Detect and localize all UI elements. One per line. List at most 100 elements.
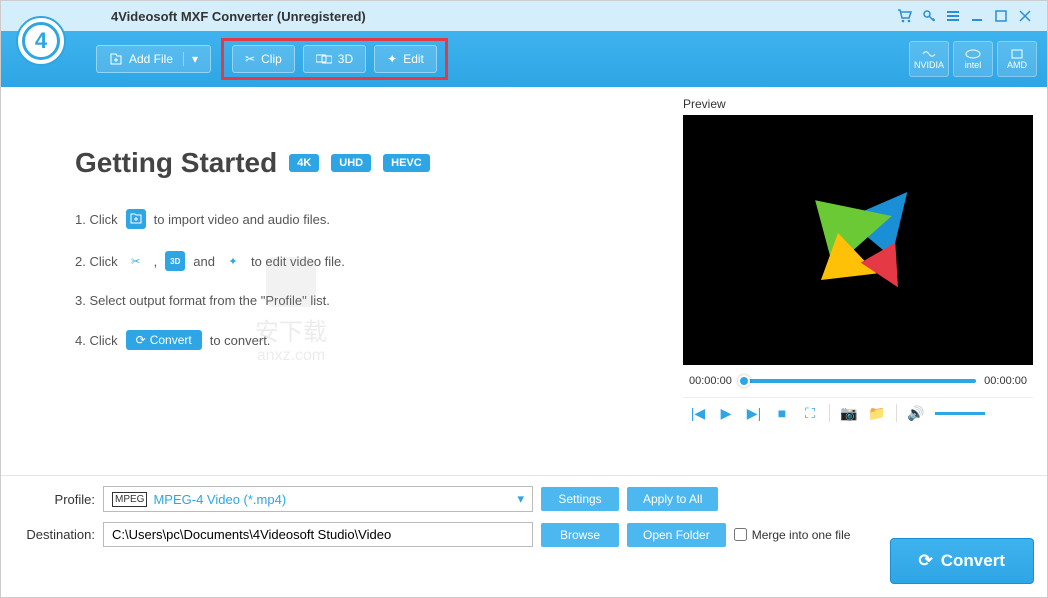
profile-dropdown[interactable]: MPEG MPEG-4 Video (*.mp4) ▾: [103, 486, 533, 512]
time-current: 00:00:00: [689, 375, 732, 387]
minimize-icon[interactable]: [965, 4, 989, 28]
player-controls: |◀ ▶ ▶| ■ ⛶ 📷 📁 🔊: [683, 397, 1033, 428]
settings-button[interactable]: Settings: [541, 487, 619, 511]
intel-badge: intel: [953, 41, 993, 77]
clip-label: Clip: [261, 52, 282, 66]
intel-icon: [965, 48, 981, 60]
timeline-track[interactable]: [740, 379, 976, 383]
convert-label: Convert: [941, 551, 1005, 571]
clip-button[interactable]: ✂ Clip: [232, 45, 295, 73]
merge-checkbox-wrap[interactable]: Merge into one file: [734, 528, 851, 542]
next-frame-icon[interactable]: ▶|: [745, 405, 763, 422]
logo-text: 4: [22, 22, 60, 60]
scissors-icon: ✂: [245, 52, 255, 66]
timeline: 00:00:00 00:00:00: [683, 365, 1033, 397]
nvidia-badge: NVIDIA: [909, 41, 949, 77]
add-file-icon: [109, 52, 123, 66]
step2-and: and: [193, 254, 215, 269]
badge-uhd: UHD: [331, 154, 371, 172]
add-file-caret-icon: ▾: [183, 52, 198, 66]
preview-logo: [788, 170, 928, 310]
step4-text-b: to convert.: [210, 333, 271, 348]
preview-viewport[interactable]: [683, 115, 1033, 365]
chevron-down-icon: ▾: [517, 491, 524, 507]
profile-row: Profile: MPEG MPEG-4 Video (*.mp4) ▾ Set…: [15, 486, 1033, 512]
destination-input[interactable]: [103, 522, 533, 547]
preview-panel: Preview 00:00:00 00:00:00 |◀ ▶ ▶| ■ ⛶ 📷: [683, 97, 1033, 465]
step2-text-a: 2. Click: [75, 254, 118, 269]
fullscreen-icon[interactable]: ⛶: [801, 405, 819, 422]
nvidia-label: NVIDIA: [914, 60, 944, 70]
convert-button[interactable]: ⟳ Convert: [890, 538, 1034, 584]
convert-mini-button: ⟳ Convert: [126, 330, 202, 350]
destination-label: Destination:: [15, 527, 95, 542]
key-icon[interactable]: [917, 4, 941, 28]
app-title: 4Videosoft MXF Converter (Unregistered): [111, 9, 366, 24]
add-file-label: Add File: [129, 52, 173, 66]
menu-icon[interactable]: [941, 4, 965, 28]
maximize-icon[interactable]: [989, 4, 1013, 28]
volume-slider[interactable]: [935, 412, 985, 415]
nvidia-icon: [921, 48, 937, 60]
profile-label: Profile:: [15, 492, 95, 507]
step4-text-a: 4. Click: [75, 333, 118, 348]
3d-label: 3D: [338, 52, 353, 66]
badge-hevc: HEVC: [383, 154, 430, 172]
amd-label: AMD: [1007, 60, 1027, 70]
step-2: 2. Click ✂ , 3D and ✦ to edit video file…: [75, 251, 633, 271]
3d-icon: [316, 53, 332, 65]
titlebar: 4Videosoft MXF Converter (Unregistered): [1, 1, 1047, 31]
sparkle-step-icon: ✦: [223, 251, 243, 271]
preview-label: Preview: [683, 97, 1033, 111]
3d-button[interactable]: 3D: [303, 45, 366, 73]
open-folder-button[interactable]: Open Folder: [627, 523, 726, 547]
convert-mini-label: Convert: [150, 333, 192, 347]
time-total: 00:00:00: [984, 375, 1027, 387]
snapshot-icon[interactable]: 📷: [840, 405, 858, 422]
main-area: Getting Started 4K UHD HEVC 1. Click to …: [1, 87, 1047, 475]
edit-label: Edit: [403, 52, 424, 66]
folder-icon[interactable]: 📁: [868, 405, 886, 422]
step-3: 3. Select output format from the "Profil…: [75, 293, 633, 308]
profile-value: MPEG-4 Video (*.mp4): [153, 492, 511, 507]
apply-all-button[interactable]: Apply to All: [627, 487, 718, 511]
step-4: 4. Click ⟳ Convert to convert.: [75, 330, 633, 350]
badge-4k: 4K: [289, 154, 319, 172]
heading-row: Getting Started 4K UHD HEVC: [75, 147, 633, 179]
mpeg-icon: MPEG: [112, 492, 147, 507]
timeline-knob[interactable]: [738, 375, 750, 387]
add-file-button[interactable]: Add File ▾: [96, 45, 211, 73]
toolbar: 4 Add File ▾ ✂ Clip 3D ✦ Edit NVIDIA int…: [1, 31, 1047, 87]
convert-refresh-icon: ⟳: [919, 551, 933, 571]
page-title: Getting Started: [75, 147, 277, 179]
scissors-step-icon: ✂: [126, 251, 146, 271]
amd-badge: AMD: [997, 41, 1037, 77]
separator: [829, 404, 830, 422]
browse-button[interactable]: Browse: [541, 523, 619, 547]
edit-button[interactable]: ✦ Edit: [374, 45, 437, 73]
destination-row: Destination: Browse Open Folder Merge in…: [15, 522, 1033, 547]
step1-text-b: to import video and audio files.: [154, 212, 330, 227]
volume-icon[interactable]: 🔊: [907, 405, 925, 422]
separator: [896, 404, 897, 422]
sparkle-icon: ✦: [387, 52, 397, 66]
step-1: 1. Click to import video and audio files…: [75, 209, 633, 229]
step3-text: 3. Select output format from the "Profil…: [75, 293, 330, 308]
close-icon[interactable]: [1013, 4, 1037, 28]
import-icon: [126, 209, 146, 229]
cart-icon[interactable]: [893, 4, 917, 28]
merge-label: Merge into one file: [752, 528, 851, 542]
stop-icon[interactable]: ■: [773, 405, 791, 421]
3d-step-icon: 3D: [165, 251, 185, 271]
step1-text-a: 1. Click: [75, 212, 118, 227]
getting-started-panel: Getting Started 4K UHD HEVC 1. Click to …: [15, 97, 663, 465]
prev-frame-icon[interactable]: |◀: [689, 405, 707, 422]
amd-icon: [1009, 48, 1025, 60]
play-icon[interactable]: ▶: [717, 405, 735, 422]
intel-label: intel: [965, 60, 982, 70]
merge-checkbox[interactable]: [734, 528, 747, 541]
app-logo: 4: [16, 16, 66, 66]
refresh-icon: ⟳: [136, 333, 146, 347]
step2-text-b: to edit video file.: [251, 254, 345, 269]
hardware-badges: NVIDIA intel AMD: [909, 41, 1037, 77]
